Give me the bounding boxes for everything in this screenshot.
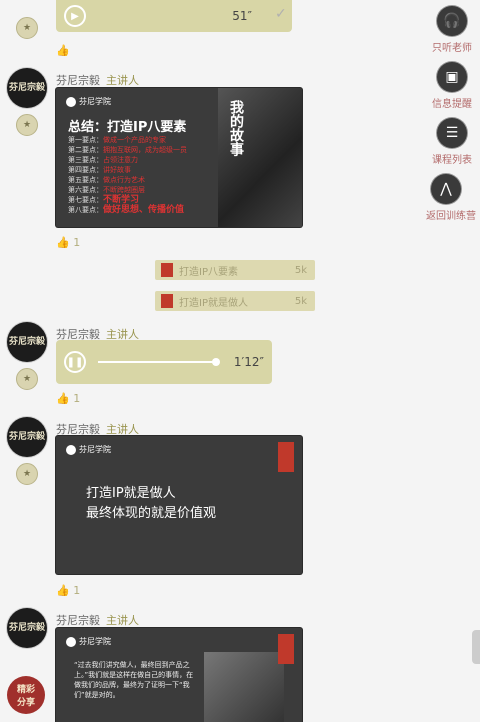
gift-badge-icon[interactable]: 精彩 分享 [7,676,45,714]
slide-logo: 芬尼学院 [66,444,111,455]
file-attachment[interactable]: 打造IP八要素 5k [155,260,315,280]
file-name: 打造IP八要素 [179,266,238,278]
rank-badge: ★ [16,17,38,39]
sidebar-label: 信息提醒 [432,99,472,110]
sidebar-back-camp[interactable]: ⋀ 返回训练营 [426,174,476,222]
sidebar-label: 课程列表 [432,155,472,166]
file-name: 打造IP就是做人 [179,297,248,309]
sidebar-notifications[interactable]: ▣ 信息提醒 [432,62,472,110]
rank-badge: ★ [16,368,38,390]
sender-name: 芬尼宗毅 [56,423,100,436]
sender-name: 芬尼宗毅 [56,74,100,87]
like-button[interactable]: 👍 1 [56,584,80,597]
rank-badge: ★ [16,463,38,485]
slide-text: “过去我们讲究做人，最终回到产品之上。”我们就是这样在做自己的事情，在做我们的品… [74,661,194,699]
slide-logo: 芬尼学院 [66,636,111,647]
file-size: 5k [294,264,307,276]
like-button[interactable]: 👍 1 [56,392,80,405]
avatar[interactable]: 芬尼宗毅 [7,608,47,648]
sender-role: 主讲人 [106,74,139,87]
slide-points: 第一要点：做成一个产品的专家 第二要点：拥抱互联网，成为超级一员 第三要点：占领… [68,136,187,215]
progress-knob[interactable] [212,358,220,366]
play-icon[interactable]: ▶ [64,5,86,27]
checkmark-icon: ✓ [275,6,287,22]
slide-image[interactable]: 芬尼学院 总结：打造IP八要素 第一要点：做成一个产品的专家 第二要点：拥抱互联… [56,88,302,227]
avatar[interactable]: 芬尼宗毅 [7,417,47,457]
sidebar-course-list[interactable]: ☰ 课程列表 [432,118,472,166]
slide-logo: 芬尼学院 [66,96,111,107]
red-tab [278,634,294,664]
bell-icon: ▣ [437,62,467,92]
scroll-handle[interactable] [472,630,480,664]
audio-message[interactable]: ▶ 51″ [56,0,292,32]
slide-title: 总结：打造IP八要素 [68,120,187,135]
rank-badge: ★ [16,114,38,136]
like-button[interactable]: 👍 1 [56,236,80,249]
audio-progress[interactable] [98,358,220,366]
headphones-icon: 🎧 [437,6,467,36]
sender-line: 芬尼宗毅 主讲人 [56,609,139,628]
slide-text: 打造IP就是做人 最终体现的就是价值观 [86,486,217,521]
file-size: 5k [294,295,307,307]
audio-duration: 51″ [232,9,252,23]
audio-duration: 1′12″ [233,355,264,369]
sender-line: 芬尼宗毅 主讲人 [56,418,139,437]
pause-icon[interactable]: ❚❚ [64,351,86,373]
speaker-photo: 我的故事 [218,88,302,227]
avatar[interactable]: 芬尼宗毅 [7,322,47,362]
sidebar-label: 返回训练营 [426,211,476,222]
slide-side-text: 我的故事 [228,100,244,156]
list-icon: ☰ [437,118,467,148]
audio-message[interactable]: ❚❚ 1′12″ [56,340,272,384]
sidebar-label: 只听老师 [432,43,472,54]
file-icon [161,294,173,308]
sender-line: 芬尼宗毅 主讲人 [56,69,139,88]
file-attachment[interactable]: 打造IP就是做人 5k [155,291,315,311]
slide-image[interactable]: 芬尼学院 打造IP就是做人 最终体现的就是价值观 [56,436,302,574]
sender-name: 芬尼宗毅 [56,614,100,627]
like-icon[interactable]: 👍 [56,44,70,57]
sender-role: 主讲人 [106,423,139,436]
sidebar-listen-teacher[interactable]: 🎧 只听老师 [432,6,472,54]
avatar[interactable]: 芬尼宗毅 [7,68,47,108]
home-icon: ⋀ [431,174,461,204]
sender-role: 主讲人 [106,614,139,627]
red-tab [278,442,294,472]
speaker-photo [204,652,284,722]
slide-image[interactable]: 芬尼学院 “过去我们讲究做人，最终回到产品之上。”我们就是这样在做自己的事情，在… [56,628,302,722]
file-icon [161,263,173,277]
